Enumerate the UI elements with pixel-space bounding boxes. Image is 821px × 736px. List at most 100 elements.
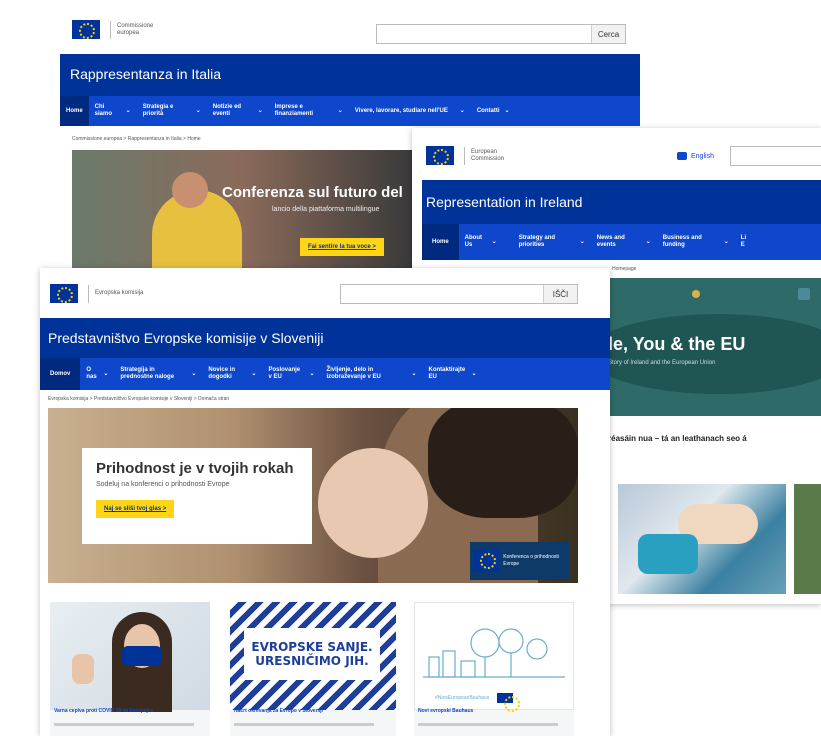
poster-text: EVROPSKE SANJE. xyxy=(251,640,373,654)
language-selector[interactable]: English xyxy=(677,152,714,160)
photo-hand xyxy=(72,654,94,684)
logo-text: Commissione europea xyxy=(117,22,154,36)
site-name: Predstavništvo Evropske komisije v Slove… xyxy=(48,330,324,346)
hero-title: le, You & the EU xyxy=(608,334,746,354)
card-image xyxy=(50,602,210,712)
card-text-placeholder xyxy=(234,723,374,726)
search-bar: IŠČI xyxy=(340,284,578,304)
nav-about-us[interactable]: About Us ⌄ xyxy=(459,224,503,260)
hero-photo-person xyxy=(172,172,208,208)
chevron-down-icon: ⌄ xyxy=(191,370,197,377)
chevron-down-icon: ⌄ xyxy=(257,107,263,114)
card-image-vaccination[interactable] xyxy=(618,484,786,594)
card-recovery-plan[interactable]: EVROPSKE SANJE. URESNIČIMO JIH. Načrt ok… xyxy=(230,602,396,736)
hero-subtitle: Story of Ireland and the European Union xyxy=(608,360,716,366)
search-input[interactable] xyxy=(731,147,821,165)
nav-o-nas[interactable]: O nas ⌄ xyxy=(80,358,114,390)
nav-contatti[interactable]: Contatti ⌄ xyxy=(471,96,516,126)
main-nav: Home Chi siamo ⌄ Strategia e priorità ⌄ No… xyxy=(60,96,640,126)
hero-banner: Prihodnost je v tvojih rokah Sodeluj na … xyxy=(48,408,578,583)
nav-zivljenje[interactable]: Življenje, delo in izobraževanje v EU ⌄ xyxy=(320,358,422,390)
nav-home[interactable]: Domov xyxy=(40,358,81,390)
hero-subtitle: lancio della piattaforma multilingue xyxy=(272,206,380,213)
chevron-down-icon: ⌄ xyxy=(337,107,343,114)
eu-flag-icon xyxy=(473,550,500,572)
chevron-down-icon: ⌄ xyxy=(723,238,729,245)
chevron-down-icon: ⌄ xyxy=(645,238,651,245)
card-bauhaus[interactable]: #NewEuropeanBauhaus Novi evropski Bauhau… xyxy=(414,602,574,736)
card-text-placeholder xyxy=(418,723,558,726)
nav-chi-siamo[interactable]: Chi siamo ⌄ xyxy=(89,96,137,126)
card-covid-vaccine[interactable]: Varna cepiva proti COVID-19 za Evropejce xyxy=(50,602,210,736)
chevron-down-icon: ⌄ xyxy=(125,107,131,114)
hero-title: Conferenza sul futuro del xyxy=(222,184,403,201)
conference-badge: Konferenca o prihodnosti Evrope xyxy=(470,542,570,580)
card-title[interactable]: Načrt okrevanja za Evropo v Sloveniji xyxy=(234,708,323,714)
chevron-down-icon: ⌄ xyxy=(459,107,465,114)
nav-notizie[interactable]: Notizie ed eventi ⌄ xyxy=(207,96,269,126)
nav-home[interactable]: Home xyxy=(422,224,459,260)
ec-logo[interactable]: Evropska komisija xyxy=(50,284,145,303)
chevron-down-icon: ⌄ xyxy=(195,107,201,114)
nav-strategia[interactable]: Strategia e priorità ⌄ xyxy=(137,96,207,126)
site-header: Predstavništvo Evropske komisije v Slove… xyxy=(40,318,610,390)
chevron-down-icon: ⌄ xyxy=(491,238,497,245)
photo-baby xyxy=(318,448,428,558)
language-label: English xyxy=(691,152,714,160)
hero-cta-button[interactable]: Fai sentire la tua voce > xyxy=(300,238,384,256)
slovenia-window: Evropska komisija IŠČI Predstavništvo Ev… xyxy=(40,268,610,736)
site-header: Rappresentanza in Italia Home Chi siamo ⌄… xyxy=(60,54,640,126)
chevron-down-icon: ⌄ xyxy=(471,370,477,377)
hero-subtitle: Sodeluj na konferenci o prihodnosti Evro… xyxy=(96,481,230,488)
main-nav: Domov O nas ⌄ Strategija in prednostne na… xyxy=(40,358,610,390)
speech-bubble-icon xyxy=(677,152,687,160)
eu-flag-icon xyxy=(497,693,521,712)
ec-logo[interactable]: European Commission xyxy=(426,146,521,165)
nav-strategy[interactable]: Strategy and priorities ⌄ xyxy=(513,224,591,260)
nav-living[interactable]: Li E xyxy=(735,224,749,260)
nav-news[interactable]: News and events ⌄ xyxy=(591,224,657,260)
search-input[interactable] xyxy=(377,25,591,43)
ec-logo[interactable]: Commissione europea xyxy=(72,20,167,39)
nav-home[interactable]: Home xyxy=(60,96,89,126)
breadcrumb: Commissione europea > Rappresentanza in … xyxy=(72,136,201,142)
card-image-partial[interactable] xyxy=(794,484,821,594)
thumbs-up-icon xyxy=(798,288,810,300)
search-button[interactable]: IŠČI xyxy=(543,285,577,303)
nav-poslovanje[interactable]: Poslovanje v EU ⌄ xyxy=(262,358,320,390)
nav-novice[interactable]: Novice in dogodki ⌄ xyxy=(202,358,262,390)
chevron-down-icon: ⌄ xyxy=(103,370,109,377)
nav-strategija[interactable]: Strategija in prednostne naloge ⌄ xyxy=(114,358,202,390)
nav-kontakt[interactable]: Kontaktirajte EU ⌄ xyxy=(423,358,483,390)
search-bar: Cerca xyxy=(376,24,626,44)
card-title[interactable]: Varna cepiva proti COVID-19 za Evropejce xyxy=(54,708,154,714)
chevron-down-icon: ⌄ xyxy=(251,370,257,377)
eu-flag-icon xyxy=(426,146,454,165)
chevron-down-icon: ⌄ xyxy=(411,370,417,377)
nav-vivere[interactable]: Vivere, lavorare, studiare nell'UE ⌄ xyxy=(349,96,471,126)
poster-panel: EVROPSKE SANJE. URESNIČIMO JIH. xyxy=(244,628,380,680)
search-button[interactable]: Cerca xyxy=(591,25,625,43)
chevron-down-icon: ⌄ xyxy=(579,238,585,245)
sun-icon xyxy=(692,290,700,298)
hero-banner: le, You & the EU Story of Ireland and th… xyxy=(608,278,821,416)
hero-cta-button[interactable]: Naj se sliši tvoj glas > xyxy=(96,500,175,518)
site-name: Rappresentanza in Italia xyxy=(70,66,221,82)
photo-glove xyxy=(638,534,698,574)
site-header: Representation in Ireland Home About Us ⌄… xyxy=(422,180,821,260)
nav-imprese[interactable]: Imprese e finanziamenti ⌄ xyxy=(269,96,349,126)
city-sketch-icon xyxy=(423,628,565,678)
logo-text: European Commission xyxy=(471,148,505,162)
site-name: Representation in Ireland xyxy=(426,194,583,210)
card-title[interactable]: Novi evropski Bauhaus xyxy=(418,708,473,714)
irish-notice: réasáin nua – tá an leathanach seo á xyxy=(608,434,747,443)
poster-text: URESNIČIMO JIH. xyxy=(255,654,369,668)
logo-text: Evropska komisija xyxy=(95,290,144,296)
card-text-placeholder xyxy=(54,723,194,726)
hero-title: Prihodnost je v tvojih rokah xyxy=(96,460,294,477)
eu-flag-icon xyxy=(72,20,100,39)
nav-business[interactable]: Business and funding ⌄ xyxy=(657,224,735,260)
chevron-down-icon: ⌄ xyxy=(309,370,315,377)
search-input[interactable] xyxy=(341,285,543,303)
breadcrumb: Homepage xyxy=(612,266,637,272)
